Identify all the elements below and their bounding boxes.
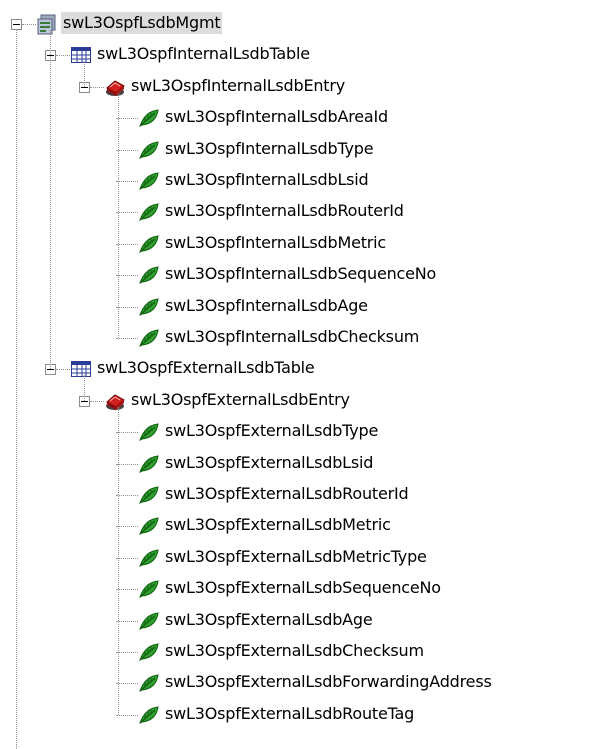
mib-module-icon: [36, 13, 58, 35]
tree-connector-line: [22, 24, 36, 25]
tree-node-leaf[interactable]: swL3OspfInternalLsdbType: [0, 138, 595, 162]
tree-connector-line: [56, 369, 70, 370]
tree-node-leaf[interactable]: swL3OspfInternalLsdbAge: [0, 295, 595, 319]
tree-connector-line: [116, 432, 138, 433]
tree-connector-line: [116, 275, 138, 276]
collapse-toggle-icon[interactable]: [11, 19, 22, 30]
tree-node-label[interactable]: swL3OspfExternalLsdbEntry: [129, 389, 352, 411]
tree-node-leaf[interactable]: swL3OspfInternalLsdbAreaId: [0, 106, 595, 130]
tree-node-label[interactable]: swL3OspfInternalLsdbAreaId: [163, 106, 390, 128]
tree-node-leaf[interactable]: swL3OspfExternalLsdbChecksum: [0, 640, 595, 664]
tree-connector-line: [116, 307, 138, 308]
tree-node-leaf[interactable]: swL3OspfExternalLsdbLsid: [0, 452, 595, 476]
tree-connector-line: [116, 338, 138, 339]
tree-node-table[interactable]: swL3OspfInternalLsdbTable: [0, 43, 595, 67]
tree-node-label[interactable]: swL3OspfExternalLsdbTable: [95, 357, 317, 379]
tree-node-label[interactable]: swL3OspfInternalLsdbMetric: [163, 232, 388, 254]
tree-node-label[interactable]: swL3OspfLsdbMgmt: [61, 12, 223, 34]
tree-connector-line: [84, 375, 85, 401]
tree-connector-line: [116, 244, 138, 245]
tree-node-leaf[interactable]: swL3OspfInternalLsdbLsid: [0, 169, 595, 193]
tree-connector-line: [50, 30, 51, 369]
tree-node-leaf[interactable]: swL3OspfExternalLsdbRouteTag: [0, 703, 595, 727]
tree-node-label[interactable]: swL3OspfExternalLsdbMetric: [163, 514, 393, 536]
tree-node-label[interactable]: swL3OspfExternalLsdbMetricType: [163, 546, 429, 568]
tree-node-leaf[interactable]: swL3OspfExternalLsdbMetric: [0, 514, 595, 538]
leaf-icon: [138, 327, 160, 349]
tree-node-label[interactable]: swL3OspfInternalLsdbAge: [163, 295, 370, 317]
table-icon: [70, 358, 92, 380]
tree-node-leaf[interactable]: swL3OspfInternalLsdbChecksum: [0, 326, 595, 350]
tree-connector-line: [116, 621, 138, 622]
tree-node-label[interactable]: swL3OspfExternalLsdbLsid: [163, 452, 375, 474]
tree-connector-line: [116, 118, 138, 119]
tree-node-label[interactable]: swL3OspfExternalLsdbRouterId: [163, 483, 410, 505]
tree-connector-line: [116, 526, 138, 527]
tree-connector-line: [16, 30, 17, 749]
tree-connector-line: [90, 87, 104, 88]
tree-node-label[interactable]: swL3OspfInternalLsdbRouterId: [163, 200, 406, 222]
tree-connector-line: [56, 55, 70, 56]
tree-node-root[interactable]: swL3OspfLsdbMgmt: [0, 12, 595, 36]
tree-connector-line: [84, 61, 85, 87]
tree-node-label[interactable]: swL3OspfExternalLsdbForwardingAddress: [163, 671, 494, 693]
tree-connector-line: [116, 212, 138, 213]
leaf-icon: [138, 139, 160, 161]
tree-node-leaf[interactable]: swL3OspfInternalLsdbSequenceNo: [0, 263, 595, 287]
tree-connector-line: [116, 558, 138, 559]
tree-connector-line: [118, 407, 119, 715]
entry-icon: [104, 76, 126, 98]
tree-node-label[interactable]: swL3OspfInternalLsdbType: [163, 138, 375, 160]
leaf-icon: [138, 672, 160, 694]
mib-tree-view[interactable]: swL3OspfLsdbMgmt swL3OspfInternalLsdbTabl…: [0, 0, 595, 749]
tree-node-label[interactable]: swL3OspfExternalLsdbSequenceNo: [163, 577, 443, 599]
tree-node-leaf[interactable]: swL3OspfExternalLsdbType: [0, 420, 595, 444]
tree-node-label[interactable]: swL3OspfInternalLsdbTable: [95, 43, 312, 65]
leaf-icon: [138, 233, 160, 255]
leaf-icon: [138, 484, 160, 506]
leaf-icon: [138, 201, 160, 223]
tree-node-leaf[interactable]: swL3OspfExternalLsdbForwardingAddress: [0, 671, 595, 695]
leaf-icon: [138, 704, 160, 726]
tree-connector-line: [116, 715, 138, 716]
tree-node-leaf[interactable]: swL3OspfExternalLsdbSequenceNo: [0, 577, 595, 601]
tree-node-leaf[interactable]: swL3OspfInternalLsdbMetric: [0, 232, 595, 256]
tree-connector-line: [116, 464, 138, 465]
tree-node-leaf[interactable]: swL3OspfInternalLsdbRouterId: [0, 200, 595, 224]
tree-node-table[interactable]: swL3OspfExternalLsdbTable: [0, 357, 595, 381]
tree-node-label[interactable]: swL3OspfExternalLsdbAge: [163, 609, 375, 631]
tree-connector-line: [116, 495, 138, 496]
leaf-icon: [138, 515, 160, 537]
tree-connector-line: [116, 683, 138, 684]
tree-connector-line: [116, 589, 138, 590]
leaf-icon: [138, 421, 160, 443]
tree-node-label[interactable]: swL3OspfInternalLsdbEntry: [129, 75, 347, 97]
leaf-icon: [138, 296, 160, 318]
tree-node-label[interactable]: swL3OspfExternalLsdbType: [163, 420, 380, 442]
tree-node-leaf[interactable]: swL3OspfExternalLsdbMetricType: [0, 546, 595, 570]
tree-node-leaf[interactable]: swL3OspfExternalLsdbRouterId: [0, 483, 595, 507]
leaf-icon: [138, 547, 160, 569]
tree-node-leaf[interactable]: swL3OspfExternalLsdbAge: [0, 609, 595, 633]
leaf-icon: [138, 107, 160, 129]
tree-connector-line: [90, 401, 104, 402]
leaf-icon: [138, 453, 160, 475]
leaf-icon: [138, 641, 160, 663]
tree-node-label[interactable]: swL3OspfInternalLsdbSequenceNo: [163, 263, 438, 285]
leaf-icon: [138, 578, 160, 600]
table-icon: [70, 44, 92, 66]
leaf-icon: [138, 170, 160, 192]
tree-node-label[interactable]: swL3OspfExternalLsdbRouteTag: [163, 703, 416, 725]
entry-icon: [104, 390, 126, 412]
leaf-icon: [138, 610, 160, 632]
tree-node-label[interactable]: swL3OspfExternalLsdbChecksum: [163, 640, 426, 662]
tree-connector-line: [116, 652, 138, 653]
tree-node-label[interactable]: swL3OspfInternalLsdbChecksum: [163, 326, 421, 348]
leaf-icon: [138, 264, 160, 286]
tree-connector-line: [116, 150, 138, 151]
tree-connector-line: [116, 181, 138, 182]
tree-node-label[interactable]: swL3OspfInternalLsdbLsid: [163, 169, 371, 191]
tree-connector-line: [118, 93, 119, 338]
